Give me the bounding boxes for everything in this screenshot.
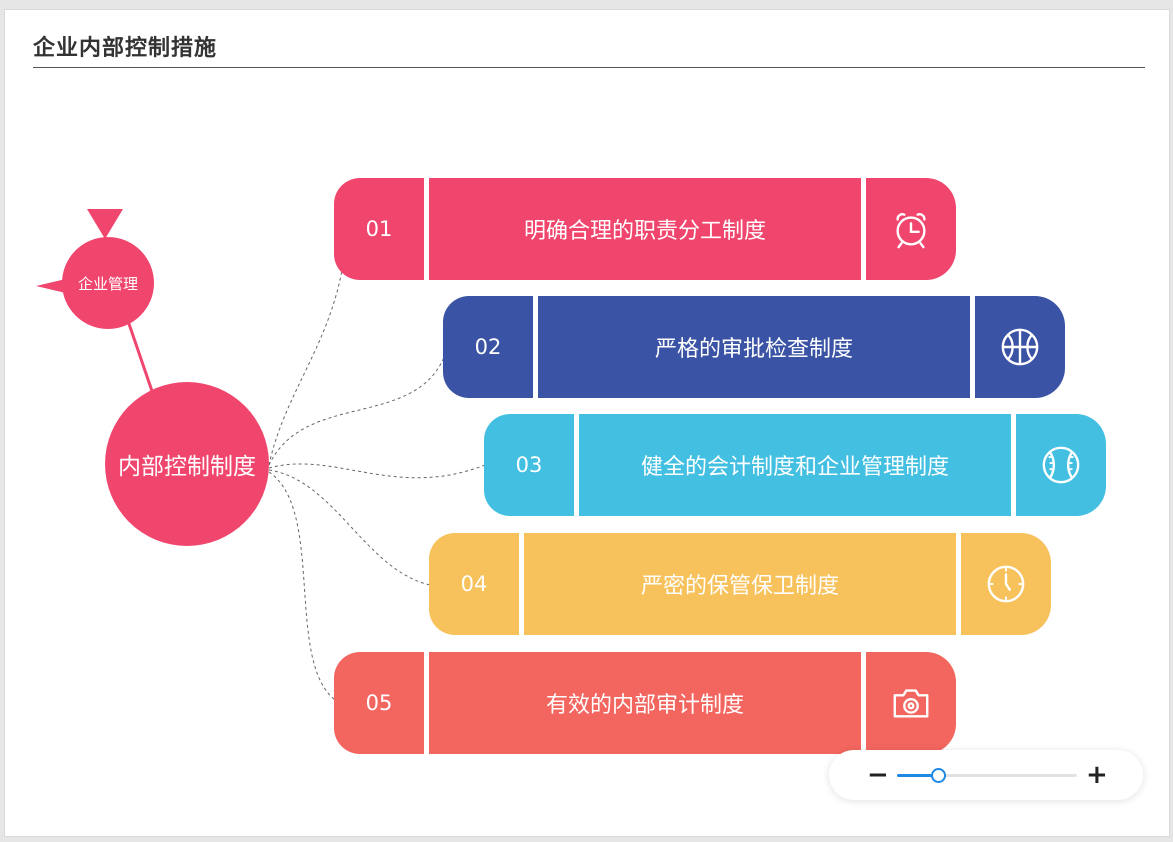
list-item[interactable]: 02 严格的审批检查制度	[443, 296, 1065, 398]
zoom-slider-handle[interactable]	[931, 768, 947, 783]
item-number: 02	[443, 296, 533, 398]
branch-line-05	[268, 471, 336, 701]
item-label: 严格的审批检查制度	[538, 296, 970, 398]
branch-line-01	[268, 249, 346, 466]
branch-line-03	[268, 463, 486, 479]
zoom-slider[interactable]	[897, 768, 1077, 783]
item-label: 明确合理的职责分工制度	[429, 178, 861, 280]
branch-line-04	[268, 469, 431, 586]
item-number: 03	[484, 414, 574, 516]
root-node-label: 内部控制制度	[118, 454, 256, 480]
clock-icon	[961, 533, 1051, 635]
item-label: 有效的内部审计制度	[429, 652, 861, 754]
list-item[interactable]: 04 严密的保管保卫制度	[429, 533, 1051, 635]
parent-node[interactable]: 企业管理	[62, 237, 154, 329]
item-number: 04	[429, 533, 519, 635]
alarm-clock-icon	[866, 178, 956, 280]
item-label: 健全的会计制度和企业管理制度	[579, 414, 1011, 516]
baseball-icon	[1016, 414, 1106, 516]
zoom-in-button[interactable]: +	[1086, 760, 1108, 790]
item-number: 05	[334, 652, 424, 754]
parent-node-label: 企业管理	[77, 274, 138, 293]
zoom-control: − +	[829, 750, 1143, 800]
list-item[interactable]: 01 明确合理的职责分工制度	[334, 178, 956, 280]
item-number: 01	[334, 178, 424, 280]
parent-connector	[125, 317, 155, 395]
canvas: 企业内部控制措施 企业管理 内部控制制度 01 明确合理的职责分工制度 02 严…	[4, 9, 1170, 837]
list-item[interactable]: 03 健全的会计制度和企业管理制度	[484, 414, 1106, 516]
zoom-out-button[interactable]: −	[867, 760, 889, 790]
branch-line-02	[268, 354, 446, 466]
item-label: 严密的保管保卫制度	[524, 533, 956, 635]
list-item[interactable]: 05 有效的内部审计制度	[334, 652, 956, 754]
triangle-marker	[87, 209, 123, 239]
root-node[interactable]: 内部控制制度	[105, 382, 269, 546]
camera-icon	[866, 652, 956, 754]
basketball-icon	[975, 296, 1065, 398]
